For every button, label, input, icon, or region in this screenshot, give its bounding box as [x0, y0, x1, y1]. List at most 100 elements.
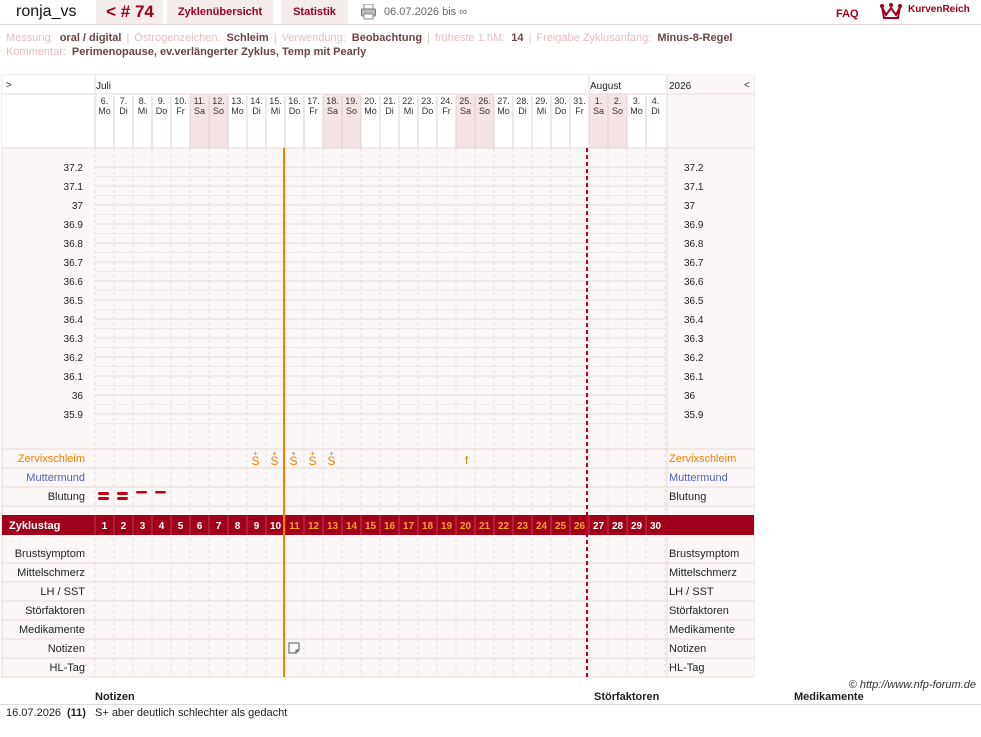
cycle-day-number: 25: [555, 521, 567, 532]
cycle-day-number: 6: [197, 521, 203, 532]
table-row: 16.07.2026 (11) S+ aber deutlich schlech…: [0, 705, 981, 721]
day-weekday: Fr: [575, 106, 584, 116]
day-number: 8.: [139, 96, 147, 106]
username-tab[interactable]: ronja_vs: [0, 0, 97, 24]
cycle-day-number: 19: [441, 521, 453, 532]
day-weekday: Mi: [404, 106, 414, 116]
cycle-day-number: 10: [270, 521, 282, 532]
day-weekday: Sa: [194, 106, 205, 116]
temp-tick-right: 37.2: [684, 163, 704, 174]
logo-text[interactable]: KurvenReich: [908, 0, 970, 20]
tab-zyklenuebersicht[interactable]: Zyklenübersicht: [167, 0, 273, 24]
temp-tick-left: 37.2: [64, 163, 84, 174]
cycle-day-number: 16: [384, 521, 396, 532]
bleeding-mark: [117, 497, 128, 500]
day-number: 16.: [288, 96, 301, 106]
day-number: 20.: [364, 96, 377, 106]
day-number: 24.: [440, 96, 453, 106]
day-number: 23.: [421, 96, 434, 106]
frueheste-label: früheste 1.hM:: [434, 32, 506, 44]
day-weekday: Do: [156, 106, 168, 116]
faq-link[interactable]: FAQ: [836, 0, 859, 28]
cycle-day-number: 1: [102, 521, 108, 532]
frueheste-value: 14: [511, 32, 524, 44]
temp-tick-right: 36.4: [684, 315, 704, 326]
notes-table: Notizen Störfaktoren Medikamente 16.07.2…: [0, 689, 981, 721]
day-number: 17.: [307, 96, 320, 106]
day-number: 15.: [269, 96, 282, 106]
cycle-day-number: 22: [498, 521, 510, 532]
top-navigation-bar: ronja_vs < # 74 Zyklenübersicht Statisti…: [0, 0, 981, 25]
day-weekday: Di: [385, 106, 394, 116]
day-number: 25.: [459, 96, 472, 106]
date-range: 06.07.2026 bis ∞: [384, 6, 468, 18]
day-weekday: Mi: [271, 106, 281, 116]
day-number: 19.: [345, 96, 358, 106]
cycle-day-number: 9: [254, 521, 260, 532]
mucus-symbol: S: [289, 454, 297, 468]
mucus-symbol: S: [251, 454, 259, 468]
day-number: 2.: [614, 96, 622, 106]
row-label-left: Mittelschmerz: [17, 567, 85, 579]
day-weekday: Di: [651, 106, 660, 116]
day-weekday: Mo: [364, 106, 377, 116]
column-header-medikamente: Medikamente: [794, 691, 864, 703]
temp-tick-right: 35.9: [684, 410, 704, 421]
day-number: 3.: [633, 96, 641, 106]
day-number: 29.: [535, 96, 548, 106]
printer-icon[interactable]: [361, 4, 376, 20]
day-number: 14.: [250, 96, 263, 106]
cycle-day-number: 3: [140, 521, 146, 532]
temp-tick-right: 36.3: [684, 334, 704, 345]
day-weekday: Mi: [138, 106, 148, 116]
cycle-day-number: 24: [536, 521, 548, 532]
row-label-left: HL-Tag: [50, 662, 85, 674]
day-weekday: Mo: [630, 106, 643, 116]
temp-tick-right: 36.6: [684, 277, 704, 288]
cycle-day-number: 23: [517, 521, 529, 532]
year-label: 2026: [669, 81, 692, 92]
day-number: 1.: [595, 96, 603, 106]
day-number: 31.: [573, 96, 586, 106]
tab-statistik[interactable]: Statistik: [281, 0, 348, 24]
day-weekday: Sa: [460, 106, 471, 116]
row-label-right: Zervixschleim: [669, 453, 736, 465]
note-text: S+ aber deutlich schlechter als gedacht: [95, 707, 288, 719]
row-label-right: HL-Tag: [669, 662, 704, 674]
temp-tick-right: 36.2: [684, 353, 704, 364]
temp-tick-left: 36.5: [64, 296, 84, 307]
temp-tick-right: 36.8: [684, 239, 704, 250]
cycle-day-number: 8: [235, 521, 241, 532]
note-cycle-day: (11): [67, 707, 86, 719]
temp-tick-left: 36.7: [64, 258, 84, 269]
month-label: August: [590, 81, 621, 92]
mucus-symbol: S: [308, 454, 316, 468]
temp-tick-left: 37: [72, 201, 84, 212]
temp-tick-right: 36.7: [684, 258, 704, 269]
nav-next-arrow: <: [744, 80, 750, 91]
day-weekday: Do: [422, 106, 434, 116]
temp-tick-left: 36.2: [64, 353, 84, 364]
row-label-left: Zervixschleim: [18, 453, 85, 465]
cycle-day-number: 14: [346, 521, 358, 532]
temp-tick-left: 36.4: [64, 315, 84, 326]
cycle-number-tab[interactable]: < # 74: [97, 0, 163, 24]
cycle-day-number: 18: [422, 521, 434, 532]
temp-tick-left: 35.9: [64, 410, 84, 421]
oestrogen-label: Östrogenzeichen:: [134, 32, 221, 44]
temp-tick-right: 37: [684, 201, 696, 212]
note-date: 16.07.2026: [6, 707, 62, 719]
nav-prev-arrow: >: [6, 80, 12, 91]
day-weekday: Mi: [537, 106, 547, 116]
temp-tick-left: 36: [72, 391, 84, 402]
freigabe-label: Freigabe Zyklusanfang:: [536, 32, 652, 44]
cycle-day-number: 11: [289, 521, 300, 532]
day-weekday: Do: [555, 106, 567, 116]
day-weekday: So: [612, 106, 623, 116]
day-number: 12.: [212, 96, 225, 106]
cycle-day-number: 13: [327, 521, 339, 532]
day-weekday: So: [346, 106, 357, 116]
day-number: 11.: [194, 96, 206, 106]
mucus-symbol: S: [270, 454, 278, 468]
row-label-right: LH / SST: [669, 586, 714, 598]
